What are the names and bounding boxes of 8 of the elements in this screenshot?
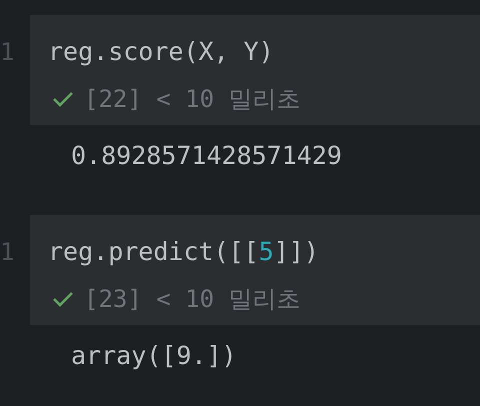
code-cell[interactable]: reg.score(X, Y) [22] < 10 밀리초 bbox=[30, 15, 480, 125]
code-line: reg.predict([[5]]) bbox=[48, 237, 319, 267]
cell-output: array([9.]) bbox=[71, 341, 237, 370]
cell-output: 0.8928571428571429 bbox=[71, 141, 342, 170]
execution-status: [22] < 10 밀리초 bbox=[84, 85, 300, 113]
code-cell[interactable]: reg.predict([[5]]) [23] < 10 밀리초 bbox=[30, 215, 480, 325]
code-line: reg.score(X, Y) bbox=[48, 37, 274, 67]
execution-status: [23] < 10 밀리초 bbox=[84, 285, 300, 313]
